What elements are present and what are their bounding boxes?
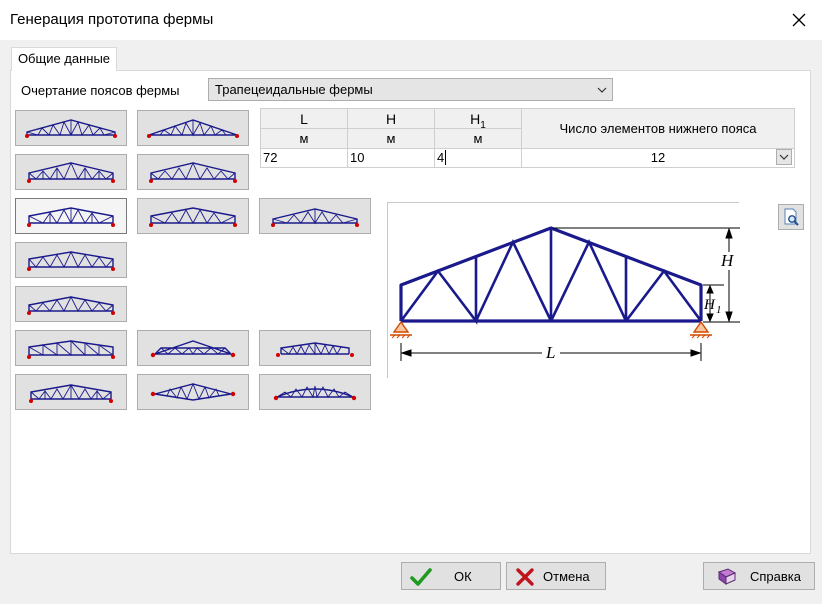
truss-thumbnail-icon (27, 250, 115, 271)
truss-thumbnail-icon (27, 207, 115, 227)
elements-count-value: 12 (650, 150, 666, 165)
help-button-label: Справка (750, 569, 801, 584)
dimension-label-H1: H (703, 297, 716, 313)
preview-magnifier-icon (784, 208, 799, 226)
input-H1-value: 4 (437, 150, 445, 165)
truss-type-button-10[interactable] (15, 330, 127, 366)
truss-type-button-4[interactable] (137, 154, 249, 190)
cancel-button[interactable]: Отмена (506, 562, 606, 590)
support-left-icon (390, 320, 412, 339)
column-unit-H1: м (435, 129, 522, 149)
truss-type-button-11[interactable] (137, 330, 249, 366)
close-icon (792, 13, 806, 27)
column-header-H: H (348, 109, 435, 129)
truss-thumbnail-icon (27, 161, 115, 183)
truss-thumbnail-icon (147, 119, 239, 138)
truss-type-button-3[interactable] (15, 154, 127, 190)
truss-type-button-15[interactable] (259, 374, 371, 410)
outline-label: Очертание поясов фермы (21, 83, 180, 98)
parameters-grid: L м 72 H м 10 H1 м 4 Число элементов ниж… (260, 108, 795, 168)
ok-button[interactable]: ОК (401, 562, 501, 590)
help-book-icon (717, 568, 737, 585)
truss-thumbnail-icon (271, 208, 359, 227)
truss-type-button-1[interactable] (15, 110, 127, 146)
support-right-icon (690, 320, 712, 339)
truss-type-button-9[interactable] (15, 286, 127, 322)
truss-type-button-5[interactable] (15, 198, 127, 234)
input-H1[interactable]: 4 (435, 149, 522, 167)
truss-preview-diagram: L H H 1 (387, 202, 740, 378)
truss-type-button-7[interactable] (259, 198, 371, 234)
column-header-H1-text: H (470, 111, 481, 127)
title-bar: Генерация прототипа фермы (0, 0, 822, 40)
truss-type-button-6[interactable] (137, 198, 249, 234)
outline-select-value: Трапецеидальные фермы (215, 82, 373, 97)
truss-type-button-8[interactable] (15, 242, 127, 278)
help-button[interactable]: Справка (703, 562, 815, 590)
truss-type-button-13[interactable] (15, 374, 127, 410)
window-title: Генерация прототипа фермы (10, 11, 214, 28)
preview-button[interactable] (778, 204, 804, 230)
truss-thumbnail-icon (149, 161, 237, 183)
dimension-label-H: H (720, 251, 735, 270)
truss-thumbnail-icon (273, 385, 357, 401)
truss-thumbnail-icon (27, 295, 115, 315)
cancel-button-label: Отмена (543, 569, 590, 584)
input-L[interactable]: 72 (261, 149, 348, 167)
chevron-down-icon (597, 87, 607, 93)
truss-type-button-14[interactable] (137, 374, 249, 410)
truss-thumbnail-icon (29, 384, 113, 403)
dimension-label-H1-sub: 1 (716, 304, 722, 316)
elements-count-dropdown[interactable] (776, 149, 792, 165)
truss-thumbnail-icon (276, 342, 354, 357)
checkmark-icon (410, 568, 432, 586)
text-caret (445, 150, 447, 165)
column-unit-L: м (261, 129, 348, 149)
truss-drawing: L H H 1 (390, 226, 740, 362)
truss-type-button-2[interactable] (137, 110, 249, 146)
close-button[interactable] (776, 0, 822, 40)
x-icon (516, 568, 534, 586)
dimension-label-L: L (545, 343, 555, 362)
chevron-down-icon (779, 154, 789, 160)
input-H[interactable]: 10 (348, 149, 435, 167)
truss-thumbnail-icon (27, 339, 115, 359)
truss-thumbnail-icon (150, 382, 236, 401)
elements-count-select[interactable]: 12 (522, 149, 794, 167)
truss-thumbnail-icon (149, 207, 237, 227)
ok-button-label: ОК (454, 569, 472, 584)
column-header-L: L (261, 109, 348, 129)
column-unit-H: м (348, 129, 435, 149)
truss-thumbnail-icon (150, 340, 236, 358)
column-header-elements: Число элементов нижнего пояса (522, 109, 794, 149)
truss-thumbnail-icon (25, 119, 117, 138)
truss-type-button-12[interactable] (259, 330, 371, 366)
column-header-H1: H1 (435, 109, 522, 131)
tab-general-data[interactable]: Общие данные (11, 47, 117, 71)
outline-select[interactable]: Трапецеидальные фермы (208, 78, 613, 101)
